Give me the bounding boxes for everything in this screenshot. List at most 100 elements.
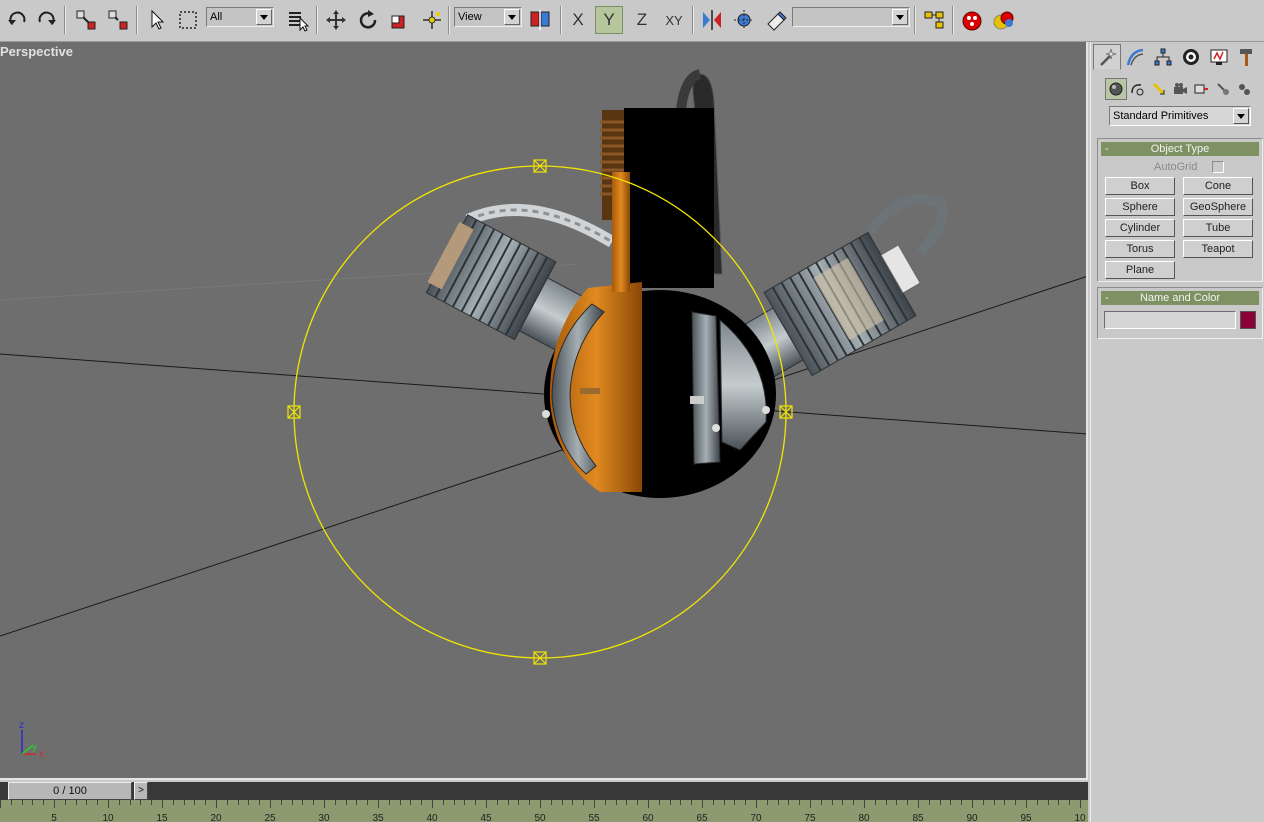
shapes-icon [1131,84,1144,96]
schematic-view-button[interactable] [920,6,948,34]
object-type-header[interactable]: - Object Type [1101,142,1259,156]
select-and-rotate-button[interactable] [354,6,382,34]
tab-create[interactable] [1093,44,1121,70]
restrict-to-z-button[interactable]: Z [628,6,656,34]
track-bar-tick [183,800,185,805]
tube-button[interactable]: Tube [1183,219,1253,237]
schematic-icon [924,11,944,29]
track-bar-tick [475,800,477,805]
modify-curve-icon [1126,48,1144,66]
name-and-color-rollout: - Name and Color [1097,287,1263,339]
track-bar-tick-label: 90 [966,813,978,822]
toolbar-separator [136,6,138,34]
chevron-down-icon[interactable] [256,9,272,25]
track-bar-tick-label: 40 [426,813,438,822]
restrict-to-x-button[interactable]: X [564,6,592,34]
magic-wand-icon [1100,48,1117,66]
track-bar-tick [896,800,898,805]
time-slider-thumb[interactable]: 0 / 100 [8,782,132,800]
teapot-render-icon [962,11,982,31]
select-object-button[interactable] [142,6,170,34]
autogrid-checkbox[interactable] [1212,161,1224,173]
geosphere-button[interactable]: GeoSphere [1183,198,1253,216]
perspective-viewport[interactable]: Perspective z y x [0,42,1088,780]
systems-button[interactable] [1234,78,1255,100]
viewport-scene[interactable] [0,42,1088,780]
track-bar-tick [280,800,282,805]
track-bar[interactable]: 5 10 15 20 25 30 35 40 45 50 55 60 65 70 75 80 85 90 95 10 [0,800,1088,822]
undo-button[interactable] [4,6,32,34]
plane-button[interactable]: Plane [1105,261,1175,279]
object-name-input[interactable] [1104,311,1236,329]
teapot-button[interactable]: Teapot [1183,240,1253,258]
undo-icon [8,11,26,25]
box-button[interactable]: Box [1105,177,1175,195]
named-selection-dropdown[interactable] [792,7,910,27]
torus-button[interactable]: Torus [1105,240,1175,258]
select-and-move-button[interactable] [322,6,350,34]
select-and-scale-button[interactable] [386,6,414,34]
cone-button[interactable]: Cone [1183,177,1253,195]
reference-coord-dropdown[interactable]: View [454,7,522,27]
select-by-name-icon [289,12,310,32]
track-bar-tick [507,800,509,805]
rotate-icon [359,10,377,29]
restrict-to-y-button[interactable]: Y [595,6,623,34]
track-bar-tick-label: 80 [858,813,870,822]
track-bar-tick [1069,800,1071,805]
mirror-button[interactable] [698,6,726,34]
unlink-selection-button[interactable] [104,6,132,34]
cylinder-button[interactable]: Cylinder [1105,219,1175,237]
align-button[interactable] [730,6,758,34]
select-and-manipulate-button[interactable] [418,6,446,34]
space-warps-button[interactable] [1212,78,1233,100]
name-and-color-header[interactable]: - Name and Color [1101,291,1259,305]
lights-button[interactable] [1148,78,1169,100]
chevron-down-icon[interactable] [1233,108,1249,124]
redo-button[interactable] [32,6,60,34]
select-by-name-button[interactable] [284,6,312,34]
tab-modify[interactable] [1121,44,1149,70]
pivot-center-icon [530,10,550,30]
next-frame-button[interactable]: > [134,782,148,800]
track-bar-tick [529,800,531,805]
helpers-button[interactable] [1191,78,1212,100]
tab-motion[interactable] [1177,44,1205,70]
tab-hierarchy[interactable] [1149,44,1177,70]
restrict-to-xy-plane-button[interactable]: XY [660,6,688,34]
render-setup-button[interactable] [958,6,986,34]
geometry-button[interactable] [1105,78,1127,100]
chevron-down-icon[interactable] [504,9,520,25]
tab-utilities[interactable] [1233,44,1261,70]
cameras-button[interactable] [1169,78,1190,100]
hierarchy-icon [1154,48,1172,66]
region-select-button[interactable] [174,6,202,34]
track-bar-tick [745,800,747,805]
selection-filter-dropdown[interactable]: All [206,7,274,27]
sphere-button[interactable]: Sphere [1105,198,1175,216]
track-bar-tick [324,800,325,808]
track-bar-tick-label: 50 [534,813,546,822]
object-color-swatch[interactable] [1240,311,1256,329]
track-bar-tick [853,800,855,805]
tripod-x-label: x [39,749,44,758]
select-and-link-button[interactable] [72,6,100,34]
track-bar-tick [604,800,606,805]
track-bar-tick [615,800,617,805]
viewport-label[interactable]: Perspective [0,44,73,59]
tab-display[interactable] [1205,44,1233,70]
shapes-button[interactable] [1127,78,1148,100]
redo-icon [38,11,56,25]
pivot-center-button[interactable] [526,6,554,34]
quick-render-button[interactable] [990,6,1018,34]
rectangle-region-icon [179,11,197,29]
chevron-down-icon[interactable] [892,9,908,25]
track-bar-tick [54,800,55,808]
engine-model[interactable] [423,69,948,498]
time-slider[interactable]: 0 / 100 > [0,782,1088,800]
material-editor-button[interactable] [762,6,790,34]
track-bar-tick [194,800,196,805]
track-bar-tick [691,800,693,805]
primitive-category-dropdown[interactable]: Standard Primitives [1109,106,1251,126]
helper-tape-icon [1194,84,1209,94]
